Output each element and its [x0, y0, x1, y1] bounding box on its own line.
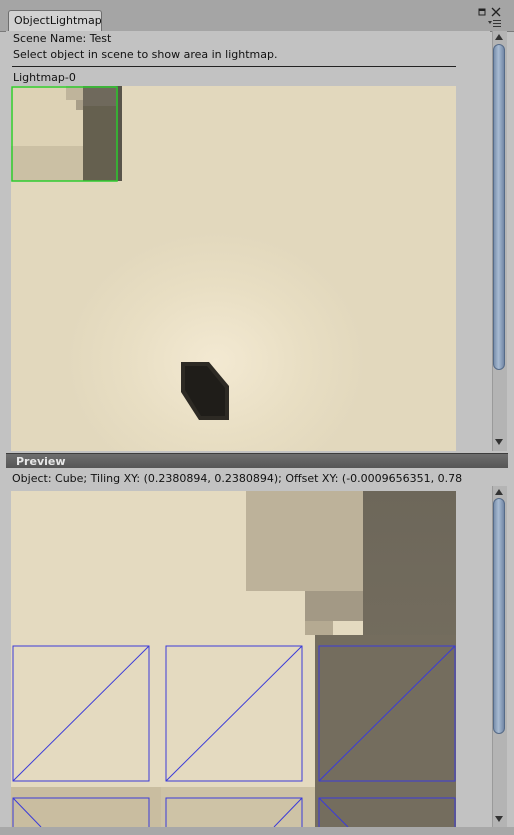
lightmap-scroll-thumb[interactable]	[493, 44, 505, 370]
object-uv-region	[11, 86, 122, 181]
object-info-label: Object: Cube; Tiling XY: (0.2380894, 0.2…	[12, 472, 463, 485]
window-bottom-edge	[0, 827, 514, 835]
close-icon[interactable]	[491, 7, 501, 20]
preview-scroll-thumb[interactable]	[493, 498, 505, 734]
lightmap-texture[interactable]	[11, 86, 456, 451]
preview-scroll-down-icon[interactable]	[495, 816, 503, 824]
preview-header: Preview	[6, 453, 508, 468]
menu-icon[interactable]	[488, 20, 502, 31]
restore-icon[interactable]	[478, 8, 486, 19]
tab-object-lightmap[interactable]: ObjectLightmap	[8, 10, 102, 31]
lightmap-label: Lightmap-0	[13, 71, 76, 84]
scene-name-label: Scene Name: Test	[13, 32, 112, 45]
scroll-up-icon[interactable]	[495, 34, 503, 42]
scroll-down-icon[interactable]	[495, 439, 503, 447]
instruction-label: Select object in scene to show area in l…	[13, 48, 278, 61]
lightmap-preview[interactable]	[11, 491, 456, 827]
preview-scroll-up-icon[interactable]	[495, 489, 503, 497]
header-divider	[12, 66, 456, 67]
